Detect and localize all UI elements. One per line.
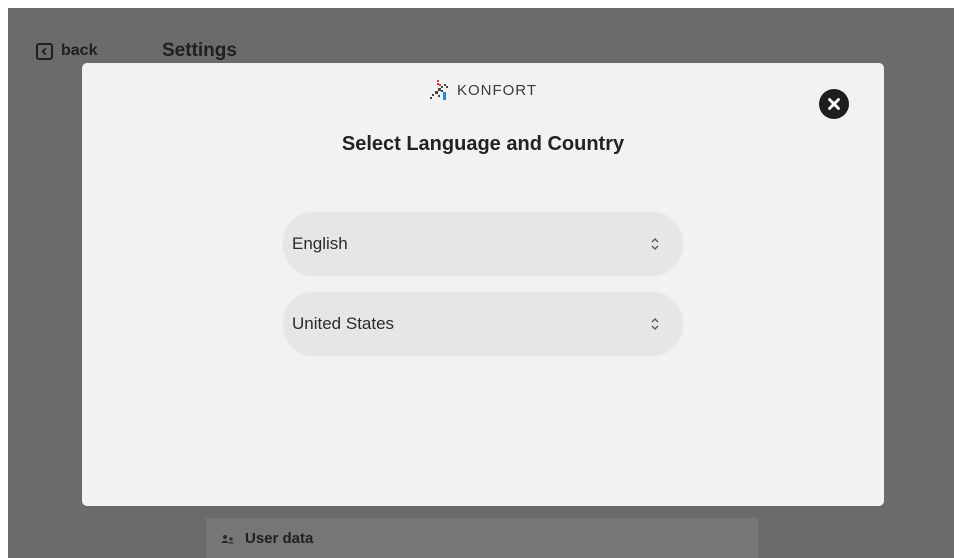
language-country-dialog: KONFORT Select Language and Country Engl… bbox=[82, 63, 884, 506]
user-data-icon bbox=[221, 534, 235, 544]
back-label: back bbox=[61, 42, 98, 59]
up-down-chevron-icon bbox=[651, 238, 659, 250]
close-icon bbox=[828, 98, 840, 110]
user-data-label: User data bbox=[245, 530, 314, 547]
konfort-logo-icon bbox=[429, 80, 448, 100]
close-button[interactable] bbox=[819, 89, 849, 119]
app-root: back Settings User data KONFORT Select L… bbox=[0, 0, 960, 558]
language-select[interactable]: English bbox=[282, 211, 684, 277]
country-select-value: United States bbox=[292, 314, 395, 333]
brand-name: KONFORT bbox=[456, 81, 538, 99]
language-select-value: English bbox=[292, 234, 348, 253]
user-data-item[interactable]: User data bbox=[221, 530, 313, 547]
dialog-title: Select Language and Country bbox=[341, 133, 625, 155]
country-select[interactable]: United States bbox=[282, 291, 684, 357]
up-down-chevron-icon bbox=[651, 318, 659, 330]
chevron-left-icon bbox=[36, 42, 53, 60]
brand-logo: KONFORT bbox=[82, 79, 884, 101]
top-bar: back Settings bbox=[8, 8, 954, 62]
page-title: Settings bbox=[162, 40, 237, 61]
back-button[interactable]: back bbox=[36, 42, 97, 60]
